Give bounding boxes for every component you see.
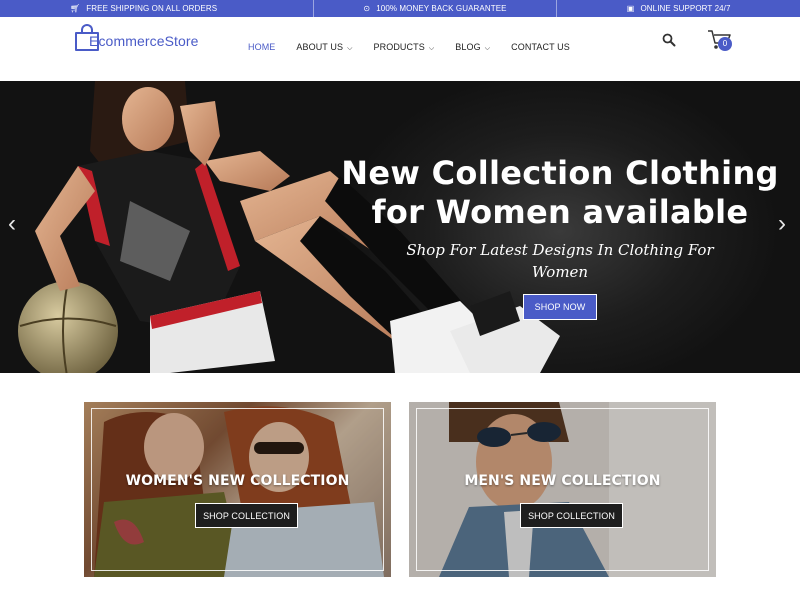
site-header: EcommerceStore HOME ABOUT US ⌵ PRODUCTS … <box>0 17 800 81</box>
nav-item-about-us[interactable]: ABOUT US ⌵ <box>296 42 352 53</box>
mens-collection-card[interactable]: MEN'S NEW COLLECTION SHOP COLLECTION <box>409 402 716 577</box>
main-nav: HOME ABOUT US ⌵ PRODUCTS ⌵ BLOG ⌵ CONTAC… <box>248 42 591 53</box>
search-icon[interactable] <box>662 33 676 47</box>
topbar-money-back: ⊙ 100% MONEY BACK GUARANTEE <box>314 0 558 17</box>
logo-text: EcommerceStore <box>89 33 199 49</box>
hero-title: New Collection Clothing for Women availa… <box>341 154 779 231</box>
nav-item-home[interactable]: HOME <box>248 42 275 53</box>
chevron-down-icon: ⌵ <box>345 45 353 52</box>
cart-count-badge: 0 <box>718 37 732 51</box>
chevron-left-icon[interactable]: ‹ <box>8 212 16 236</box>
topbar-money-back-label: 100% MONEY BACK GUARANTEE <box>376 4 507 13</box>
shopping-bag-logo-icon <box>75 24 101 51</box>
shop-mens-collection-button[interactable]: SHOP COLLECTION <box>520 503 623 528</box>
shop-now-button[interactable]: SHOP NOW <box>523 294 597 320</box>
nav-item-products[interactable]: PRODUCTS ⌵ <box>374 42 435 53</box>
chevron-down-icon: ⌵ <box>426 45 435 52</box>
nav-item-blog[interactable]: BLOG ⌵ <box>455 42 490 53</box>
topbar-support: ▣ ONLINE SUPPORT 24/7 <box>557 0 800 17</box>
cart-icon: 🛒︎ <box>70 3 81 13</box>
topbar-free-shipping: 🛒︎ FREE SHIPPING ON ALL ORDERS <box>0 0 314 17</box>
chevron-down-icon: ⌵ <box>482 45 491 52</box>
topbar-support-label: ONLINE SUPPORT 24/7 <box>640 4 731 13</box>
site-logo[interactable]: EcommerceStore <box>75 24 199 51</box>
top-info-bar: 🛒︎ FREE SHIPPING ON ALL ORDERS ⊙ 100% MO… <box>0 0 800 17</box>
chevron-right-icon[interactable]: › <box>778 212 786 236</box>
womens-collection-card[interactable]: WOMEN'S NEW COLLECTION SHOP COLLECTION <box>84 402 391 577</box>
hero-subtitle: Shop For Latest Designs In Clothing For … <box>406 241 714 281</box>
card-frame <box>91 408 384 571</box>
shop-womens-collection-button[interactable]: SHOP COLLECTION <box>195 503 298 528</box>
hero-slider: New Collection Clothing for Women availa… <box>0 81 800 373</box>
topbar-free-shipping-label: FREE SHIPPING ON ALL ORDERS <box>86 4 218 13</box>
mens-collection-title: MEN'S NEW COLLECTION <box>464 473 661 489</box>
card-frame <box>416 408 709 571</box>
money-icon: ⊙ <box>363 3 371 13</box>
nav-item-contact-us[interactable]: CONTACT US <box>511 42 570 53</box>
womens-collection-title: WOMEN'S NEW COLLECTION <box>125 473 350 489</box>
support-icon: ▣ <box>626 3 635 13</box>
